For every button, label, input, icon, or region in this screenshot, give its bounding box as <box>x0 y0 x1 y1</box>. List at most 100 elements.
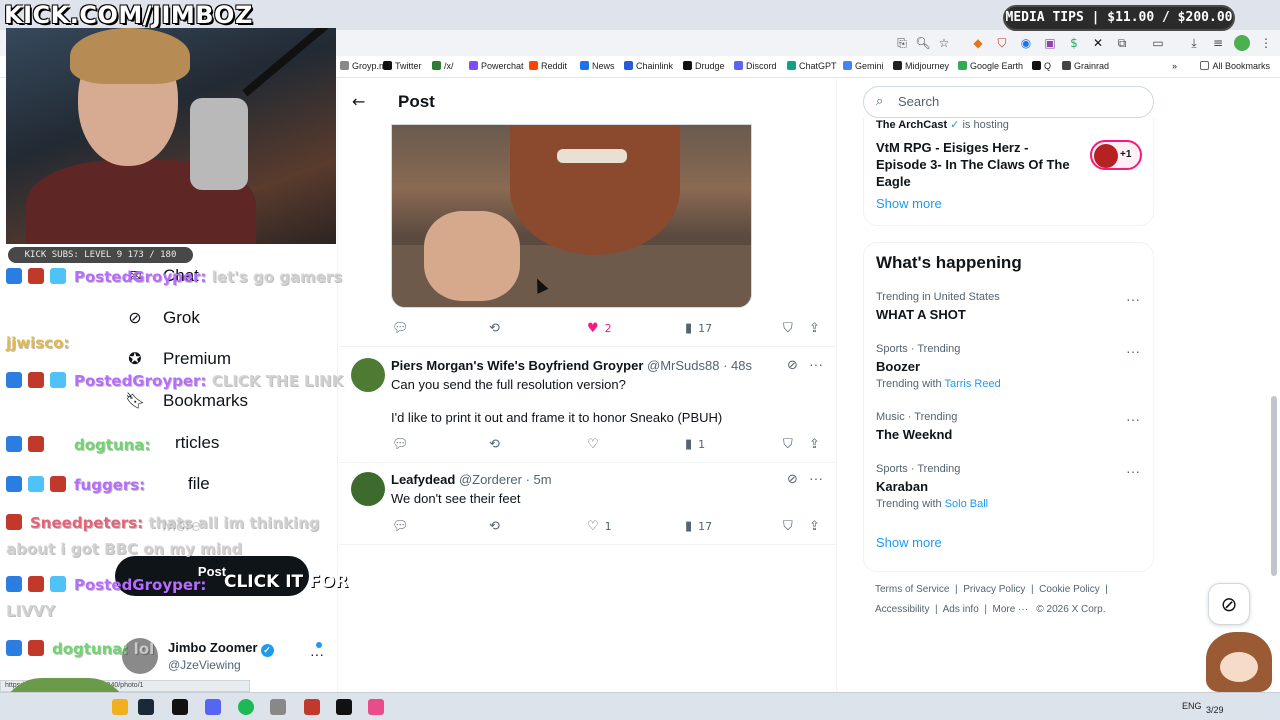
bookmark-item[interactable]: Grainrad <box>1062 61 1109 71</box>
back-arrow-icon[interactable]: ← <box>352 92 365 111</box>
browser-menu-icon[interactable]: ⋮ <box>1258 35 1274 51</box>
metamask-extension-icon[interactable]: ◆ <box>970 35 986 51</box>
heart-icon: ♡ <box>587 436 599 452</box>
taskbar-app-icon[interactable] <box>368 699 384 715</box>
reply-author[interactable]: Leafydead @Zorderer · 5m <box>391 472 552 487</box>
extension-icon[interactable]: ▣ <box>1042 35 1058 51</box>
streamer-webcam <box>6 28 336 244</box>
obs-icon[interactable] <box>336 699 352 715</box>
downloads-icon[interactable]: ⤓ <box>1186 35 1202 51</box>
install-app-icon[interactable]: ⎘ <box>894 35 910 51</box>
bookmark-button[interactable]: ⛉ <box>783 319 799 337</box>
share-button[interactable]: ⇪ <box>809 435 826 453</box>
post-media-image[interactable] <box>391 124 752 308</box>
bookmark-button[interactable]: ⛉ <box>783 435 799 453</box>
more-options-icon[interactable]: ··· <box>809 470 823 486</box>
grok-icon[interactable]: ⊘ <box>787 358 798 373</box>
bookmark-star-icon[interactable]: ☆ <box>936 35 952 51</box>
taskbar-app-icon[interactable] <box>172 699 188 715</box>
more-options-icon[interactable]: ··· <box>1126 411 1140 427</box>
post-action-bar: 💬︎ ⟲ ♥ 2 ▮ 17 ⛉ ⇪ <box>339 319 837 337</box>
views-icon: ▮ <box>685 320 693 336</box>
extension-icon[interactable]: ◉ <box>1018 35 1034 51</box>
more-options-icon[interactable]: ··· <box>1126 343 1140 359</box>
reply-author[interactable]: Piers Morgan's Wife's Boyfriend Groyper … <box>391 358 752 373</box>
more-options-icon[interactable]: ··· <box>1126 291 1140 307</box>
bookmark-item[interactable]: Midjourney <box>893 61 949 71</box>
bookmark-item[interactable]: Powerchat <box>469 61 524 71</box>
views-stat[interactable]: ▮ 17 <box>685 319 712 337</box>
profile-avatar-icon[interactable] <box>1234 35 1250 51</box>
search-input[interactable] <box>898 94 1138 109</box>
more-options-icon[interactable]: ··· <box>1126 463 1140 479</box>
reading-list-icon[interactable]: ≡ <box>1210 35 1226 51</box>
views-stat[interactable]: ▮ 1 <box>685 435 705 453</box>
bookmark-item[interactable]: Chainlink <box>624 61 673 71</box>
trend-item[interactable]: Music · Trending The Weeknd ··· <box>876 411 1146 442</box>
extension-icon[interactable]: $ <box>1066 35 1082 51</box>
bookmark-item[interactable]: Twitter <box>383 61 422 71</box>
chat-message: PostedGroyper: CLICK THE LINK <box>6 368 346 394</box>
trend-item[interactable]: Sports · Trending Karaban Trending with … <box>876 463 1146 510</box>
page-scrollbar[interactable] <box>1271 396 1277 576</box>
extensions-puzzle-icon[interactable]: ⧉ <box>1114 35 1130 51</box>
footer-link[interactable]: Privacy Policy <box>963 584 1025 595</box>
grok-floating-button[interactable]: ⊘ <box>1208 583 1250 625</box>
repost-button[interactable]: ⟲ <box>489 517 506 535</box>
avatar[interactable] <box>351 472 385 506</box>
language-indicator[interactable]: ENG <box>1182 701 1202 711</box>
nav-grok[interactable]: ⊘ Grok <box>125 305 200 331</box>
space-title[interactable]: VtM RPG - Eisiges Herz - Episode 3- In T… <box>876 139 1081 190</box>
like-button[interactable]: ♡ <box>587 435 605 453</box>
taskbar-app-icon[interactable] <box>112 699 128 715</box>
taskbar-app-icon[interactable] <box>270 699 286 715</box>
grok-icon[interactable]: ⊘ <box>787 472 798 487</box>
footer-link[interactable]: Cookie Policy <box>1039 584 1100 595</box>
bookmark-item[interactable]: /x/ <box>432 61 454 71</box>
sidebar-icon[interactable]: ▭ <box>1150 35 1166 51</box>
reply-button[interactable]: 💬︎ <box>392 517 415 535</box>
bookmark-item[interactable]: Gemini <box>843 61 884 71</box>
bookmarks-overflow-icon[interactable]: » <box>1172 61 1177 71</box>
taskbar-app-icon[interactable] <box>304 699 320 715</box>
shield-extension-icon[interactable]: ⛉ <box>994 35 1010 51</box>
steam-icon[interactable] <box>138 699 154 715</box>
repost-button[interactable]: ⟲ <box>489 435 506 453</box>
x-extension-icon[interactable]: ✕ <box>1090 35 1106 51</box>
discord-icon[interactable] <box>205 699 221 715</box>
bookmark-item[interactable]: Discord <box>734 61 777 71</box>
bookmark-item[interactable]: Google Earth <box>958 61 1023 71</box>
all-bookmarks-folder[interactable]: All Bookmarks <box>1200 61 1270 71</box>
bookmark-item[interactable]: Reddit <box>529 61 567 71</box>
zoom-icon[interactable]: 🔍︎ <box>915 35 931 51</box>
trend-item[interactable]: Sports · Trending Boozer Trending with T… <box>876 343 1146 390</box>
bookmark-item[interactable]: Q <box>1032 61 1051 71</box>
avatar[interactable] <box>351 358 385 392</box>
like-button[interactable]: ♥ 2 <box>587 319 612 337</box>
live-space-card[interactable]: The ArchCast ✓ is hosting VtM RPG - Eisi… <box>863 118 1154 226</box>
footer-link[interactable]: Terms of Service <box>875 584 949 595</box>
reply-button[interactable]: 💬︎ <box>392 435 415 453</box>
bookmark-button[interactable]: ⛉ <box>783 517 799 535</box>
section-title: What's happening <box>876 253 1022 272</box>
trend-item[interactable]: Trending in United States WHAT A SHOT ··… <box>876 291 1146 322</box>
share-button[interactable]: ⇪ <box>809 319 826 337</box>
footer-link[interactable]: Ads info <box>943 604 979 615</box>
like-button[interactable]: ♡ 1 <box>587 517 612 535</box>
search-box[interactable]: ⌕ <box>863 86 1154 118</box>
space-listeners[interactable]: +1 <box>1090 140 1142 170</box>
bookmark-item[interactable]: ChatGPT <box>787 61 837 71</box>
repost-button[interactable]: ⟲ <box>489 319 506 337</box>
reply-button[interactable]: 💬︎ <box>392 319 415 337</box>
show-more-link[interactable]: Show more <box>876 196 942 211</box>
footer-link[interactable]: Accessibility <box>875 604 929 615</box>
spotify-icon[interactable] <box>238 699 254 715</box>
views-stat[interactable]: ▮ 17 <box>685 517 712 535</box>
bookmark-item[interactable]: News <box>580 61 615 71</box>
chat-message: dogtuna: lol <box>6 636 346 662</box>
more-options-icon[interactable]: ··· <box>809 356 823 372</box>
footer-link[interactable]: More ··· <box>993 604 1029 615</box>
bookmark-item[interactable]: Drudge <box>683 61 725 71</box>
share-button[interactable]: ⇪ <box>809 517 826 535</box>
show-more-link[interactable]: Show more <box>876 535 942 550</box>
